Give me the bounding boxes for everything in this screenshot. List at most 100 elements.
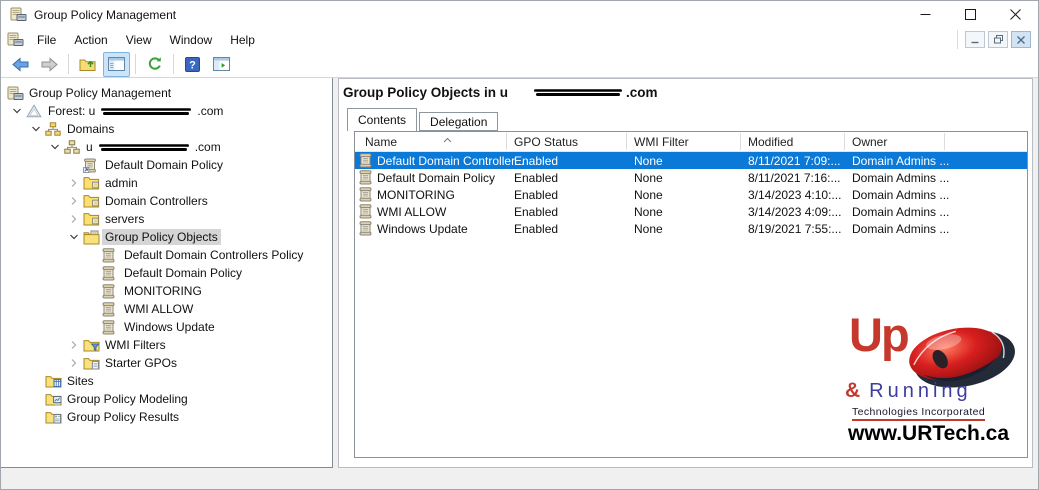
svg-text:?: ? bbox=[189, 59, 196, 71]
table-row-default-domain-policy[interactable]: Default Domain PolicyEnabledNone8/11/202… bbox=[355, 169, 1027, 186]
close-button[interactable] bbox=[993, 1, 1038, 28]
tree-item-label: Default Domain Controllers Policy bbox=[121, 247, 306, 263]
tree-item-group-policy-management[interactable]: Group Policy Management bbox=[1, 84, 332, 102]
column-header-gpo-status[interactable]: GPO Status bbox=[514, 135, 578, 149]
menu-view[interactable]: View bbox=[117, 30, 161, 50]
tree-item-u[interactable]: u.com bbox=[1, 138, 332, 156]
cell-name: MONITORING bbox=[377, 188, 455, 202]
toolbar-separator bbox=[68, 54, 69, 74]
chevron-right-icon[interactable] bbox=[64, 214, 83, 224]
gpo-icon bbox=[359, 187, 372, 202]
tree-item-servers[interactable]: servers bbox=[1, 210, 332, 228]
chevron-right-icon[interactable] bbox=[64, 196, 83, 206]
menu-help[interactable]: Help bbox=[221, 30, 264, 50]
tree-item-monitoring[interactable]: MONITORING bbox=[1, 282, 332, 300]
tree-item-group-policy-modeling[interactable]: Group Policy Modeling bbox=[1, 390, 332, 408]
cell-gpo-status: Enabled bbox=[514, 222, 558, 236]
tree-item-label: WMI ALLOW bbox=[121, 301, 196, 317]
tab-contents[interactable]: Contents bbox=[347, 108, 417, 131]
refresh-button[interactable] bbox=[141, 52, 168, 77]
content-title: Group Policy Objects in u .com bbox=[343, 85, 658, 100]
table-row-default-domain-controller[interactable]: Default Domain Controller...EnabledNone8… bbox=[355, 152, 1027, 169]
tree-item-group-policy-results[interactable]: Group Policy Results bbox=[1, 408, 332, 426]
minimize-button[interactable] bbox=[903, 1, 948, 28]
chevron-down-icon[interactable] bbox=[45, 142, 64, 152]
tree-item-admin[interactable]: admin bbox=[1, 174, 332, 192]
chevron-down-icon[interactable] bbox=[26, 124, 45, 134]
tree-item-starter-gpos[interactable]: Starter GPOs bbox=[1, 354, 332, 372]
cell-gpo-status: Enabled bbox=[514, 188, 558, 202]
startergpo-icon bbox=[83, 356, 102, 370]
domain-icon bbox=[64, 140, 83, 154]
column-header-modified[interactable]: Modified bbox=[748, 135, 793, 149]
column-divider[interactable] bbox=[944, 133, 945, 150]
tree-item-label: Domains bbox=[64, 121, 117, 137]
tree-item-default-domain-policy[interactable]: Default Domain Policy bbox=[1, 156, 332, 174]
action-pane-button[interactable] bbox=[208, 52, 235, 77]
tree-item-label: Forest: u.com bbox=[45, 103, 226, 119]
cell-modified: 3/14/2023 4:10:... bbox=[748, 188, 841, 202]
tree-item-label: WMI Filters bbox=[102, 337, 169, 353]
cell-owner: Domain Admins ... bbox=[852, 222, 949, 236]
toolbar-separator bbox=[135, 54, 136, 74]
column-header-wmi-filter[interactable]: WMI Filter bbox=[634, 135, 689, 149]
gpo-icon bbox=[359, 221, 372, 236]
cell-owner: Domain Admins ... bbox=[852, 171, 949, 185]
tree-item-wmi-filters[interactable]: WMI Filters bbox=[1, 336, 332, 354]
forward-button[interactable] bbox=[36, 52, 63, 77]
menu-action[interactable]: Action bbox=[65, 30, 116, 50]
redaction-mark bbox=[101, 106, 191, 117]
chevron-right-icon[interactable] bbox=[64, 358, 83, 368]
tree-item-wmi-allow[interactable]: WMI ALLOW bbox=[1, 300, 332, 318]
table-row-wmi-allow[interactable]: WMI ALLOWEnabledNone3/14/2023 4:09:...Do… bbox=[355, 203, 1027, 220]
help-button[interactable]: ? bbox=[179, 52, 206, 77]
tree-item-default-domain-policy[interactable]: Default Domain Policy bbox=[1, 264, 332, 282]
tree-item-windows-update[interactable]: Windows Update bbox=[1, 318, 332, 336]
chevron-down-icon[interactable] bbox=[7, 106, 26, 116]
maximize-button[interactable] bbox=[948, 1, 993, 28]
tree-item-domain-controllers[interactable]: Domain Controllers bbox=[1, 192, 332, 210]
cell-name: Windows Update bbox=[377, 222, 468, 236]
column-divider[interactable] bbox=[844, 133, 845, 150]
table-row-windows-update[interactable]: Windows UpdateEnabledNone8/19/2021 7:55:… bbox=[355, 220, 1027, 237]
cell-wmi-filter: None bbox=[634, 205, 663, 219]
mdi-close-button[interactable] bbox=[1011, 31, 1031, 48]
back-button[interactable] bbox=[7, 52, 34, 77]
menu-file[interactable]: File bbox=[28, 30, 65, 50]
cell-wmi-filter: None bbox=[634, 188, 663, 202]
table-row-monitoring[interactable]: MONITORINGEnabledNone3/14/2023 4:10:...D… bbox=[355, 186, 1027, 203]
tree-item-label: Windows Update bbox=[121, 319, 218, 335]
cell-wmi-filter: None bbox=[634, 154, 663, 168]
column-header-owner[interactable]: Owner bbox=[852, 135, 887, 149]
tree-item-sites[interactable]: Sites bbox=[1, 372, 332, 390]
window-controls bbox=[903, 1, 1038, 28]
gpo-icon bbox=[102, 284, 121, 299]
tree-item-label: admin bbox=[102, 175, 141, 191]
column-divider[interactable] bbox=[626, 133, 627, 150]
mdi-restore-button[interactable] bbox=[988, 31, 1008, 48]
tree-item-domains[interactable]: Domains bbox=[1, 120, 332, 138]
ou-icon bbox=[83, 212, 102, 226]
chevron-right-icon[interactable] bbox=[64, 178, 83, 188]
watermark-url: www.URTech.ca bbox=[848, 422, 1009, 446]
console-tree-button[interactable] bbox=[103, 52, 130, 77]
column-divider[interactable] bbox=[506, 133, 507, 150]
mdi-controls bbox=[957, 30, 1038, 49]
column-header-name[interactable]: Name bbox=[365, 135, 397, 149]
tab-delegation[interactable]: Delegation bbox=[419, 112, 498, 131]
gpo-icon bbox=[102, 248, 121, 263]
watermark-tagline: Technologies Incorporated bbox=[852, 406, 985, 421]
watermark: Up & Running Technologies Incorporated w… bbox=[845, 319, 1017, 451]
cell-gpo-status: Enabled bbox=[514, 205, 558, 219]
menu-window[interactable]: Window bbox=[161, 30, 222, 50]
chevron-down-icon[interactable] bbox=[64, 232, 83, 242]
gpo-icon bbox=[102, 302, 121, 317]
column-divider[interactable] bbox=[740, 133, 741, 150]
tree-item-group-policy-objects[interactable]: Group Policy Objects bbox=[1, 228, 332, 246]
tree-item-forest-u[interactable]: Forest: u.com bbox=[1, 102, 332, 120]
mdi-minimize-button[interactable] bbox=[965, 31, 985, 48]
chevron-right-icon[interactable] bbox=[64, 340, 83, 350]
up-level-button[interactable] bbox=[74, 52, 101, 77]
tree-item-default-domain-controllers-policy[interactable]: Default Domain Controllers Policy bbox=[1, 246, 332, 264]
group-policy-management-window: Group Policy Management FileActionViewWi… bbox=[0, 0, 1039, 490]
